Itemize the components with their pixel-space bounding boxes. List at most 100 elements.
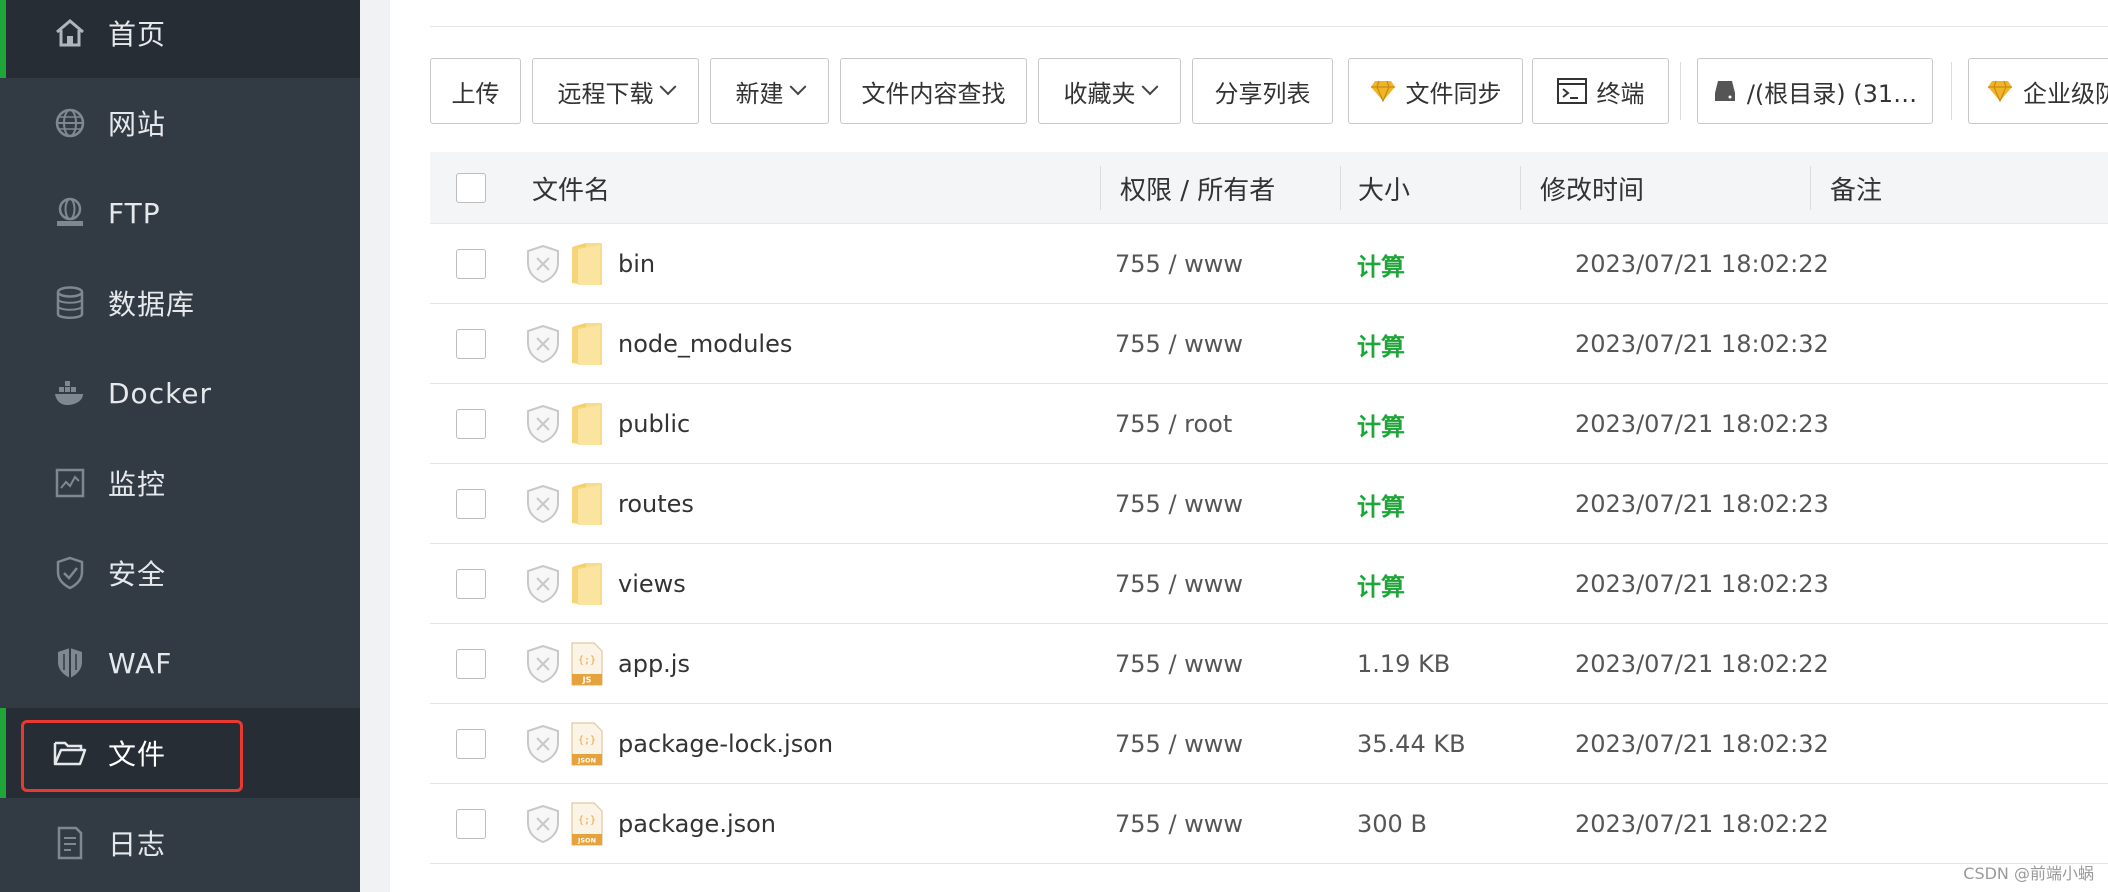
disk-select-button[interactable]: /(根目录) (31… xyxy=(1697,58,1933,124)
folder-icon xyxy=(572,403,602,445)
protection-shield-icon[interactable] xyxy=(525,404,561,444)
watermark: CSDN @前端小蜗 xyxy=(1963,864,2094,883)
protection-shield-icon[interactable] xyxy=(525,324,561,364)
sidebar-item-security[interactable]: 安全 xyxy=(0,528,360,618)
row-checkbox[interactable] xyxy=(456,249,486,279)
svg-text:{;}: {;} xyxy=(578,735,596,746)
database-icon xyxy=(52,285,88,321)
column-header-modified[interactable]: 修改时间 xyxy=(1540,152,1644,224)
share-list-button[interactable]: 分享列表 xyxy=(1192,58,1333,124)
file-sync-button[interactable]: 文件同步 xyxy=(1348,58,1523,124)
protection-shield-icon[interactable] xyxy=(525,484,561,524)
table-row[interactable]: node_modules 755 / www 计算 2023/07/21 18:… xyxy=(430,304,2108,384)
table-row[interactable]: public 755 / root 计算 2023/07/21 18:02:23 xyxy=(430,384,2108,464)
favorites-button[interactable]: 收藏夹 xyxy=(1038,58,1181,124)
log-document-icon xyxy=(52,825,88,861)
file-permission[interactable]: 755 / www xyxy=(1115,624,1243,704)
column-header-size[interactable]: 大小 xyxy=(1358,152,1410,224)
table-row[interactable]: {;} JSON package-lock.json 755 / www 35.4… xyxy=(430,704,2108,784)
sidebar-item-ftp[interactable]: FTP xyxy=(0,168,360,258)
column-header-permission[interactable]: 权限 / 所有者 xyxy=(1120,152,1275,224)
table-row[interactable]: views 755 / www 计算 2023/07/21 18:02:23 xyxy=(430,544,2108,624)
file-modified-time: 2023/07/21 18:02:22 xyxy=(1575,650,1829,678)
file-size: 1.19 KB xyxy=(1357,650,1451,678)
file-permission[interactable]: 755 / www xyxy=(1115,224,1243,304)
select-all-checkbox[interactable] xyxy=(456,173,486,203)
file-table-header: 文件名 权限 / 所有者 大小 修改时间 备注 xyxy=(430,152,2108,224)
file-name[interactable]: app.js xyxy=(618,624,690,704)
folder-icon xyxy=(572,483,602,525)
file-permission[interactable]: 755 / www xyxy=(1115,464,1243,544)
file-modified-time: 2023/07/21 18:02:32 xyxy=(1575,330,1829,358)
json-file-icon: {;} JSON xyxy=(571,802,603,846)
row-checkbox[interactable] xyxy=(456,809,486,839)
content-search-label: 文件内容查找 xyxy=(861,79,1006,108)
file-size: 计算 xyxy=(1357,252,1405,281)
content-search-button[interactable]: 文件内容查找 xyxy=(840,58,1027,124)
row-checkbox[interactable] xyxy=(456,329,486,359)
protection-shield-icon[interactable] xyxy=(525,804,561,844)
file-name[interactable]: routes xyxy=(618,464,694,544)
file-name[interactable]: bin xyxy=(618,224,655,304)
terminal-button[interactable]: 终端 xyxy=(1532,58,1669,124)
file-name[interactable]: package.json xyxy=(618,784,776,864)
table-row[interactable]: {;} JSON package.json 755 / www 300 B 202… xyxy=(430,784,2108,864)
sidebar-item-database[interactable]: 数据库 xyxy=(0,258,360,348)
file-name[interactable]: public xyxy=(618,384,690,464)
file-permission[interactable]: 755 / www xyxy=(1115,784,1243,864)
sidebar-item-logs[interactable]: 日志 xyxy=(0,798,360,888)
new-button-label: 新建 xyxy=(735,79,784,108)
sidebar-item-docker[interactable]: Docker xyxy=(0,348,360,438)
column-divider xyxy=(1810,166,1811,210)
sidebar-item-files[interactable]: 文件 xyxy=(0,708,360,798)
column-header-note[interactable]: 备注 xyxy=(1830,152,1882,224)
new-button[interactable]: 新建 xyxy=(710,58,829,124)
sidebar-item-waf[interactable]: WAF xyxy=(0,618,360,708)
file-manager-panel: 上传 远程下载 新建 文件内容查找 收藏夹 分享列表 文件同步 终端 /(根目录… xyxy=(390,0,2108,892)
sidebar-item-label: FTP xyxy=(108,196,161,230)
table-row[interactable]: bin 755 / www 计算 2023/07/21 18:02:22 xyxy=(430,224,2108,304)
protection-shield-icon[interactable] xyxy=(525,564,561,604)
shield-check-icon xyxy=(52,555,88,591)
file-modified-time: 2023/07/21 18:02:22 xyxy=(1575,250,1829,278)
row-checkbox[interactable] xyxy=(456,729,486,759)
file-name[interactable]: node_modules xyxy=(618,304,792,384)
file-name[interactable]: package-lock.json xyxy=(618,704,833,784)
folder-icon xyxy=(572,323,602,365)
table-row[interactable]: routes 755 / www 计算 2023/07/21 18:02:23 xyxy=(430,464,2108,544)
sidebar-item-home[interactable]: 首页 xyxy=(0,0,360,78)
home-icon xyxy=(52,15,88,51)
remote-download-label: 远程下载 xyxy=(557,79,654,108)
waf-shield-icon xyxy=(52,645,88,681)
remote-download-button[interactable]: 远程下载 xyxy=(532,58,699,124)
protection-shield-icon[interactable] xyxy=(525,644,561,684)
row-checkbox[interactable] xyxy=(456,649,486,679)
column-header-name[interactable]: 文件名 xyxy=(532,152,610,224)
terminal-label: 终端 xyxy=(1596,79,1645,108)
table-row[interactable]: {;} JS app.js 755 / www 1.19 KB 2023/07/2… xyxy=(430,624,2108,704)
folder-icon xyxy=(572,243,602,285)
sidebar: 首页 网站 FTP 数据库 Docker 监控 安全 WAF 文件 日志 xyxy=(0,0,360,892)
sidebar-item-label: 监控 xyxy=(108,468,167,501)
globe-icon xyxy=(52,105,88,141)
sidebar-item-label: 首页 xyxy=(108,18,167,51)
enterprise-protection-button[interactable]: 企业级防 xyxy=(1968,58,2108,124)
svg-text:JS: JS xyxy=(582,676,592,685)
file-permission[interactable]: 755 / www xyxy=(1115,304,1243,384)
file-permission[interactable]: 755 / www xyxy=(1115,544,1243,624)
file-permission[interactable]: 755 / root xyxy=(1115,384,1232,464)
row-checkbox[interactable] xyxy=(456,409,486,439)
row-checkbox[interactable] xyxy=(456,489,486,519)
file-name[interactable]: views xyxy=(618,544,686,624)
diamond-icon xyxy=(1370,80,1396,102)
row-checkbox[interactable] xyxy=(456,569,486,599)
file-permission[interactable]: 755 / www xyxy=(1115,704,1243,784)
sidebar-item-website[interactable]: 网站 xyxy=(0,78,360,168)
upload-button[interactable]: 上传 xyxy=(430,58,521,124)
favorites-label: 收藏夹 xyxy=(1063,79,1136,108)
folder-icon xyxy=(572,563,602,605)
protection-shield-icon[interactable] xyxy=(525,724,561,764)
protection-shield-icon[interactable] xyxy=(525,244,561,284)
toolbar-separator xyxy=(1951,62,1952,120)
sidebar-item-monitor[interactable]: 监控 xyxy=(0,438,360,528)
